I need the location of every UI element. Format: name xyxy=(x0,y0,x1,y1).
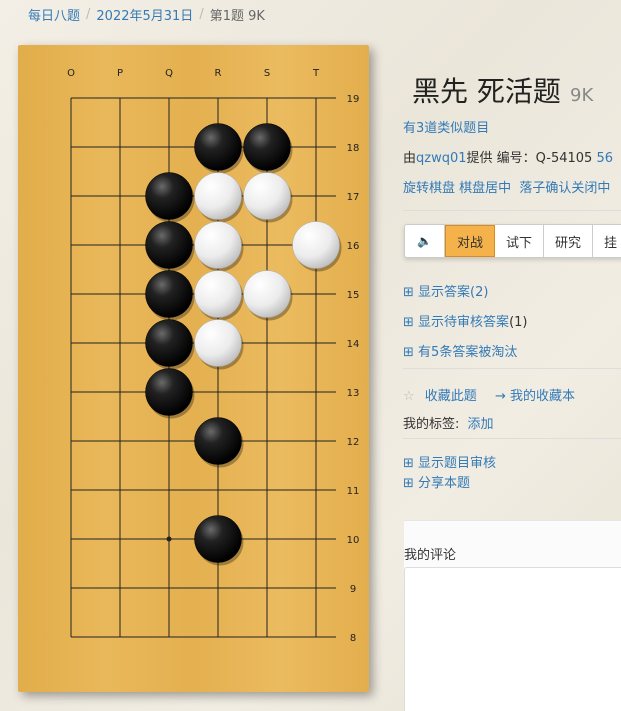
board-options: 旋转棋盘 棋盘居中 落子确认关闭中 xyxy=(403,177,610,196)
row-label: 11 xyxy=(347,486,360,497)
white-stone-R16 xyxy=(194,221,242,269)
rotate-board-link[interactable]: 旋转棋盘 xyxy=(403,181,455,196)
problem-title-row: 黑先 死活题 9K xyxy=(412,70,593,110)
breadcrumb-date[interactable]: 2022年5月31日 xyxy=(96,5,193,24)
author-link[interactable]: qzwq01 xyxy=(416,151,467,166)
my-favorites-link[interactable]: → 我的收藏本 xyxy=(495,389,575,404)
problem-title: 黑先 死活题 xyxy=(412,75,561,108)
center-board-link[interactable]: 棋盘居中 xyxy=(459,181,511,196)
problem-level: 9K xyxy=(570,85,594,106)
provider-suffix: 提供 编号：Q-54105 xyxy=(466,151,593,166)
expand-plus-icon: ⊞ xyxy=(403,456,414,471)
go-board[interactable]: O P Q R S T 19 18 17 16 15 14 13 12 11 10 9 8 xyxy=(18,45,369,692)
problem-panel: 黑先 死活题 9K 有3道类似题目 由qzwq01提供 编号：Q-54105 5… xyxy=(392,30,621,711)
tags-row: 我的标签: 添加 xyxy=(403,413,494,432)
breadcrumb-daily[interactable]: 每日八题 xyxy=(28,5,80,24)
expand-plus-icon: ⊞ xyxy=(403,345,414,360)
row-label: 10 xyxy=(347,535,360,546)
black-stone-R12 xyxy=(194,417,242,465)
row-label: 17 xyxy=(347,192,360,203)
divider xyxy=(403,368,621,369)
col-label: P xyxy=(117,68,123,79)
row-label: 19 xyxy=(347,94,360,105)
show-pending-link[interactable]: 显示待审核答案 xyxy=(418,315,509,330)
show-answer-link[interactable]: 显示答案(2) xyxy=(418,285,488,300)
pending-count: (1) xyxy=(509,315,528,330)
white-stone-S17 xyxy=(243,172,291,220)
fight-mode-button[interactable]: 对战 xyxy=(444,225,495,257)
star-outline-icon[interactable]: ☆ xyxy=(403,389,415,404)
favorite-link[interactable]: 收藏此题 xyxy=(425,389,477,404)
row-label: 18 xyxy=(347,143,360,154)
comment-textarea[interactable] xyxy=(404,567,621,711)
expand-plus-icon: ⊞ xyxy=(403,476,414,491)
col-label: R xyxy=(215,68,222,79)
divider xyxy=(403,210,621,211)
col-label: S xyxy=(264,68,270,79)
col-label: T xyxy=(312,68,320,79)
mute-button[interactable]: 🔈 xyxy=(405,225,445,257)
comment-section: 我的评论 xyxy=(404,520,621,711)
expand-plus-icon: ⊞ xyxy=(403,285,414,300)
eliminated-row[interactable]: ⊞ 有5条答案被淘汰 xyxy=(403,341,517,360)
black-stone-Q15 xyxy=(145,270,193,318)
provider-line: 由qzwq01提供 编号：Q-54105 56 xyxy=(403,147,613,166)
more-mode-button[interactable]: 挂 xyxy=(593,225,621,257)
study-mode-button[interactable]: 研究 xyxy=(544,225,593,257)
col-label: Q xyxy=(165,68,173,79)
similar-problems-link[interactable]: 有3道类似题目 xyxy=(403,117,489,136)
row-label: 15 xyxy=(347,290,360,301)
share-row[interactable]: ⊞ 分享本题 xyxy=(403,472,470,491)
black-stone-Q14 xyxy=(145,319,193,367)
row-label: 14 xyxy=(347,339,360,350)
my-comment-label: 我的评论 xyxy=(404,548,457,563)
breadcrumb-separator: / xyxy=(199,6,204,22)
board-star-points xyxy=(166,536,172,542)
row-label: 8 xyxy=(350,633,356,644)
try-mode-button[interactable]: 试下 xyxy=(495,225,544,257)
show-review-link[interactable]: 显示题目审核 xyxy=(418,456,496,471)
white-stone-T16 xyxy=(292,221,340,269)
row-label: 16 xyxy=(347,241,360,252)
breadcrumb-separator: / xyxy=(86,6,91,22)
show-pending-row[interactable]: ⊞ 显示待审核答案(1) xyxy=(403,311,527,330)
black-stone-R18 xyxy=(194,123,242,171)
add-tag-link[interactable]: 添加 xyxy=(468,417,494,432)
black-stone-R10 xyxy=(194,515,242,563)
expand-plus-icon: ⊞ xyxy=(403,315,414,330)
share-link[interactable]: 分享本题 xyxy=(418,476,470,491)
col-label: O xyxy=(67,68,75,79)
black-stone-Q16 xyxy=(145,221,193,269)
show-review-row[interactable]: ⊞ 显示题目审核 xyxy=(403,452,496,471)
row-label: 13 xyxy=(347,388,360,399)
move-confirm-link[interactable]: 落子确认关闭中 xyxy=(519,181,610,196)
white-stone-S15 xyxy=(243,270,291,318)
row-label: 12 xyxy=(347,437,360,448)
white-stone-R17 xyxy=(194,172,242,220)
white-stone-R15 xyxy=(194,270,242,318)
provider-prefix: 由 xyxy=(403,151,417,166)
eliminated-answers-link[interactable]: 有5条答案被淘汰 xyxy=(418,345,517,360)
breadcrumb-current: 第1题 9K xyxy=(209,8,265,24)
row-label: 9 xyxy=(350,584,356,595)
black-stone-Q17 xyxy=(145,172,193,220)
board-stones xyxy=(145,123,342,566)
star-point xyxy=(166,536,172,542)
go-board-canvas[interactable]: O P Q R S T 19 18 17 16 15 14 13 12 11 10 9 8 xyxy=(18,45,369,692)
black-stone-Q13 xyxy=(145,368,193,416)
show-answer-row[interactable]: ⊞ 显示答案(2) xyxy=(403,281,488,300)
divider xyxy=(403,438,621,439)
favorite-row: ☆ 收藏此题 → 我的收藏本 xyxy=(403,385,575,404)
white-stone-R14 xyxy=(194,319,242,367)
my-tags-label: 我的标签: xyxy=(403,417,460,432)
mode-toolbar: 🔈 对战 试下 研究 挂 xyxy=(404,224,621,258)
extra-number-link[interactable]: 56 xyxy=(596,151,613,166)
black-stone-S18 xyxy=(243,123,291,171)
speaker-mute-icon: 🔈 xyxy=(417,234,432,248)
breadcrumb: 每日八题 / 2022年5月31日 / 第1题 9K xyxy=(14,0,621,28)
